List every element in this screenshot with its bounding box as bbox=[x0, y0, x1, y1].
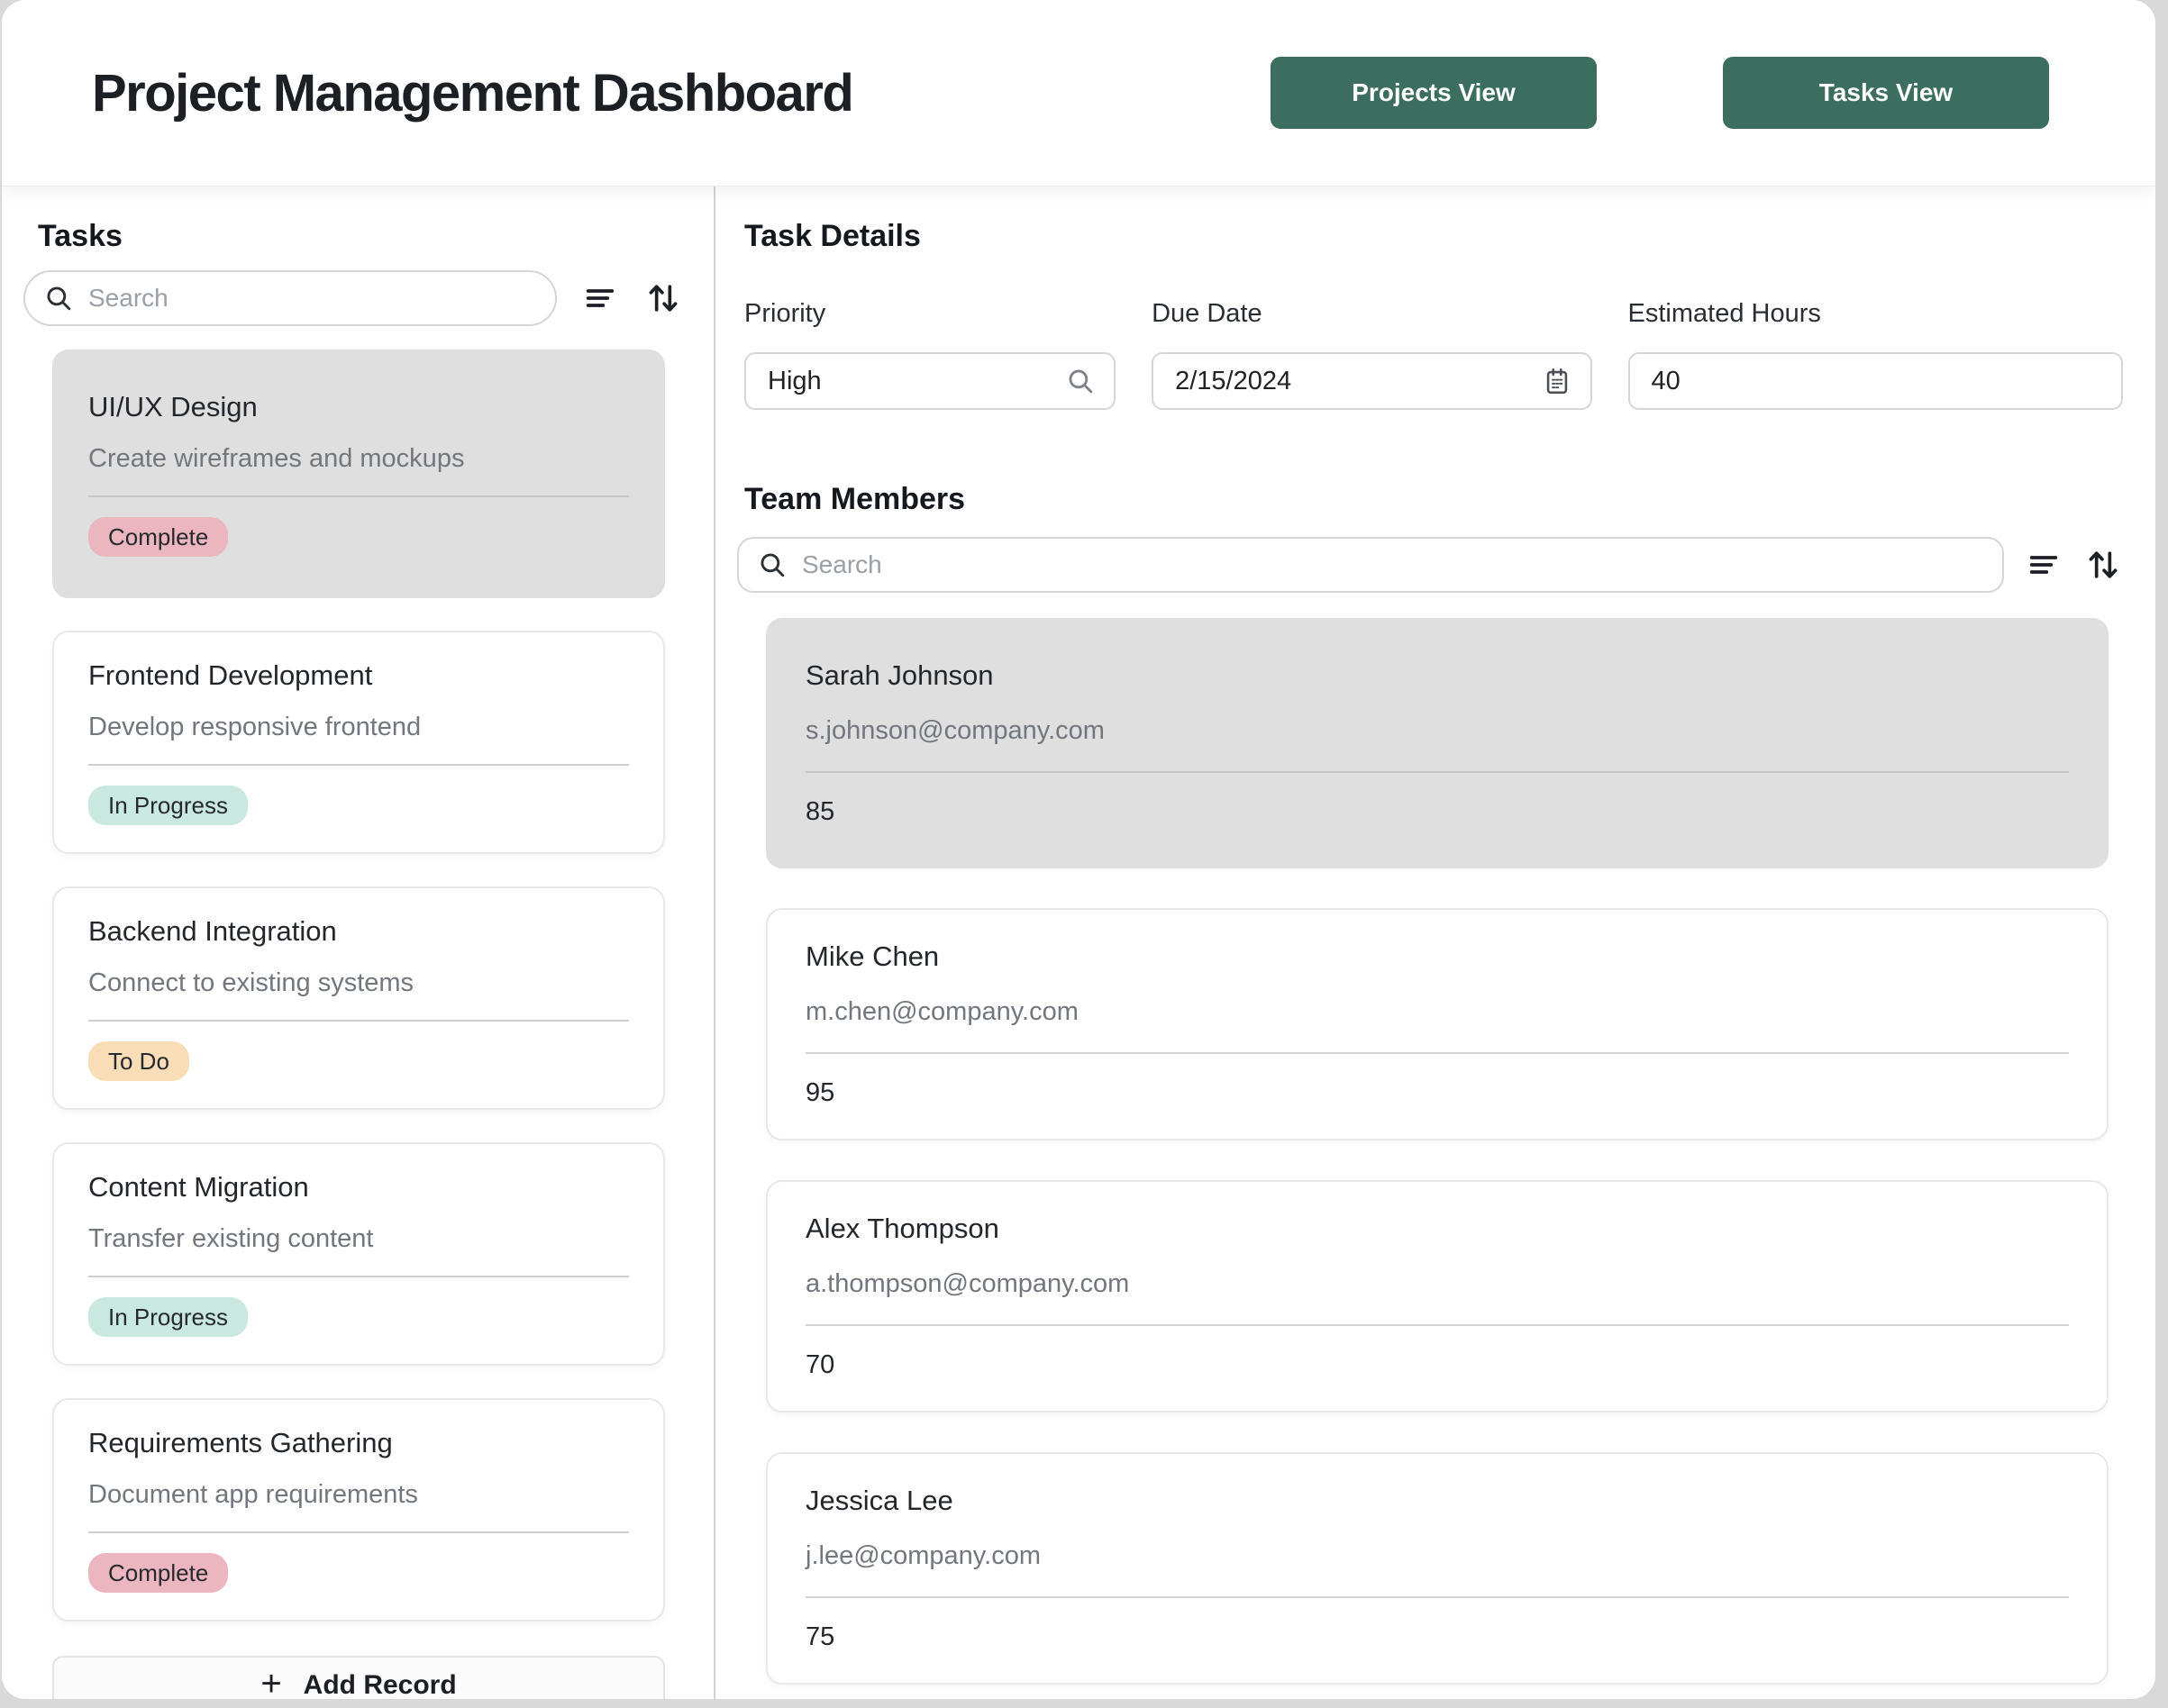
task-list: UI/UX Design Create wireframes and mockup… bbox=[52, 350, 665, 1622]
task-name: Frontend Development bbox=[88, 659, 629, 692]
divider bbox=[806, 771, 2069, 773]
estimated-hours-value-input[interactable] bbox=[1650, 366, 2103, 397]
due-date-label: Due Date bbox=[1152, 299, 1591, 329]
header-buttons: Projects View Tasks View bbox=[1271, 57, 2049, 129]
member-number: 70 bbox=[806, 1349, 2069, 1380]
due-date-field: Due Date bbox=[1152, 299, 1591, 410]
member-number: 85 bbox=[806, 796, 2069, 827]
task-name: Requirements Gathering bbox=[88, 1427, 629, 1459]
task-card[interactable]: Frontend Development Develop responsive f… bbox=[52, 631, 665, 854]
member-name: Sarah Johnson bbox=[806, 659, 2069, 692]
task-description: Develop responsive frontend bbox=[88, 712, 629, 742]
divider bbox=[88, 764, 629, 766]
tasks-panel-title: Tasks bbox=[38, 219, 683, 254]
plus-icon: + bbox=[260, 1666, 281, 1699]
page-title: Project Management Dashboard bbox=[92, 63, 1271, 123]
team-members-search-input[interactable] bbox=[800, 550, 1993, 580]
member-name: Alex Thompson bbox=[806, 1213, 2069, 1245]
due-date-input[interactable] bbox=[1152, 352, 1591, 410]
status-badge: In Progress bbox=[88, 786, 248, 825]
status-badge: To Do bbox=[88, 1041, 189, 1081]
app-window: Project Management Dashboard Projects Vi… bbox=[2, 0, 2155, 1699]
status-badge: In Progress bbox=[88, 1297, 248, 1337]
task-details-panel: Task Details Priority Due Date bbox=[715, 186, 2155, 1699]
search-icon bbox=[1065, 366, 1096, 396]
task-description: Create wireframes and mockups bbox=[88, 443, 629, 474]
add-record-label: Add Record bbox=[304, 1670, 457, 1699]
task-description: Transfer existing content bbox=[88, 1223, 629, 1254]
priority-value-input[interactable] bbox=[766, 366, 1065, 397]
member-card[interactable]: Sarah Johnson s.johnson@company.com 85 bbox=[766, 618, 2109, 868]
task-name: Backend Integration bbox=[88, 915, 629, 948]
add-task-record-button[interactable]: + Add Record bbox=[52, 1656, 665, 1699]
member-card[interactable]: Mike Chen m.chen@company.com 95 bbox=[766, 908, 2109, 1140]
filter-icon[interactable] bbox=[2024, 545, 2063, 585]
priority-field: Priority bbox=[744, 299, 1116, 410]
tasks-view-button[interactable]: Tasks View bbox=[1723, 57, 2049, 129]
priority-label: Priority bbox=[744, 299, 1116, 329]
calendar-icon[interactable] bbox=[1542, 366, 1572, 396]
search-icon bbox=[43, 283, 74, 313]
task-name: UI/UX Design bbox=[88, 391, 629, 423]
task-description: Document app requirements bbox=[88, 1479, 629, 1510]
estimated-hours-field: Estimated Hours bbox=[1628, 299, 2123, 410]
header: Project Management Dashboard Projects Vi… bbox=[2, 0, 2155, 186]
member-email: a.thompson@company.com bbox=[806, 1268, 2069, 1299]
member-card[interactable]: Alex Thompson a.thompson@company.com 70 bbox=[766, 1180, 2109, 1413]
task-description: Connect to existing systems bbox=[88, 968, 629, 998]
divider bbox=[88, 1276, 629, 1277]
member-number: 95 bbox=[806, 1077, 2069, 1108]
sort-icon[interactable] bbox=[643, 278, 683, 318]
status-badge: Complete bbox=[88, 1553, 228, 1593]
task-details-title: Task Details bbox=[744, 219, 2123, 254]
task-name: Content Migration bbox=[88, 1171, 629, 1204]
member-email: j.lee@company.com bbox=[806, 1540, 2069, 1571]
tasks-search-row bbox=[23, 270, 683, 326]
priority-input[interactable] bbox=[744, 352, 1116, 410]
member-email: m.chen@company.com bbox=[806, 996, 2069, 1027]
member-number: 75 bbox=[806, 1622, 2069, 1652]
task-card[interactable]: Requirements Gathering Document app requi… bbox=[52, 1398, 665, 1622]
content: Tasks UI/UX Design Create wireframes and … bbox=[2, 186, 2155, 1699]
task-card[interactable]: Content Migration Transfer existing conte… bbox=[52, 1142, 665, 1366]
search-icon bbox=[757, 550, 788, 580]
member-name: Mike Chen bbox=[806, 940, 2069, 973]
estimated-hours-label: Estimated Hours bbox=[1628, 299, 2123, 329]
team-members-title: Team Members bbox=[744, 482, 2123, 517]
sort-icon[interactable] bbox=[2083, 545, 2123, 585]
member-card[interactable]: Jessica Lee j.lee@company.com 75 bbox=[766, 1452, 2109, 1685]
status-badge: Complete bbox=[88, 517, 228, 557]
member-list: Sarah Johnson s.johnson@company.com 85 Mike… bbox=[766, 618, 2109, 1685]
divider bbox=[806, 1324, 2069, 1326]
divider bbox=[806, 1052, 2069, 1054]
divider bbox=[88, 1020, 629, 1022]
task-card[interactable]: UI/UX Design Create wireframes and mockup… bbox=[52, 350, 665, 598]
task-fields-row: Priority Due Date bbox=[744, 299, 2123, 410]
divider bbox=[806, 1596, 2069, 1598]
projects-view-button[interactable]: Projects View bbox=[1271, 57, 1597, 129]
team-members-search-row bbox=[737, 537, 2123, 593]
divider bbox=[88, 1531, 629, 1533]
tasks-search-box[interactable] bbox=[23, 270, 557, 326]
member-name: Jessica Lee bbox=[806, 1485, 2069, 1517]
due-date-value-input[interactable] bbox=[1173, 366, 1541, 397]
task-card[interactable]: Backend Integration Connect to existing s… bbox=[52, 886, 665, 1110]
divider bbox=[88, 495, 629, 497]
member-email: s.johnson@company.com bbox=[806, 715, 2069, 746]
tasks-panel: Tasks UI/UX Design Create wireframes and … bbox=[2, 186, 715, 1699]
estimated-hours-input[interactable] bbox=[1628, 352, 2123, 410]
team-members-search-box[interactable] bbox=[737, 537, 2004, 593]
tasks-search-input[interactable] bbox=[87, 283, 546, 313]
filter-icon[interactable] bbox=[580, 278, 620, 318]
